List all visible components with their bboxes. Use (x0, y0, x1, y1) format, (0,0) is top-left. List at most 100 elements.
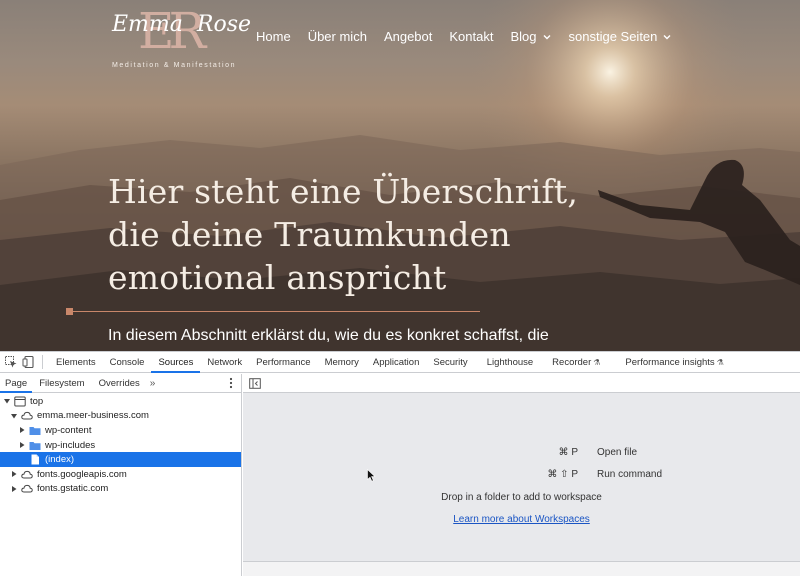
tree-item-wp-includes[interactable]: wp-includes (0, 438, 241, 453)
tab-performance-insights[interactable]: Performance insights ⚗ (607, 352, 730, 373)
collapsed-triangle-icon[interactable] (18, 426, 26, 434)
website-hero: ER Emma Rose Meditation & Manifestation H… (0, 0, 800, 351)
tab-label: Application (372, 356, 420, 368)
toggle-navigator-icon[interactable] (249, 377, 261, 389)
workspace-drop-hint: Drop in a folder to add to workspace (441, 492, 602, 503)
sources-editor-area[interactable]: ⌘ P Open file ⌘ ⇧ P Run command Drop in … (243, 374, 800, 576)
cloud-icon (21, 412, 33, 420)
tab-performance[interactable]: Performance (249, 352, 317, 373)
tree-item-label: emma.meer-business.com (37, 410, 149, 422)
tree-item-label: wp-content (45, 424, 92, 436)
nav-item-home[interactable]: Home (256, 29, 291, 44)
logo-tagline: Meditation & Manifestation (112, 62, 237, 69)
tab-security[interactable]: Security (426, 352, 474, 373)
tab-label: Elements (56, 356, 96, 368)
inspect-element-icon[interactable] (4, 355, 18, 369)
subtab-overrides[interactable]: Overrides (90, 374, 145, 393)
tab-label: Recorder (552, 356, 592, 368)
tree-item-index[interactable]: (index) (0, 452, 241, 467)
folder-icon (29, 441, 41, 450)
nav-item-angebot[interactable]: Angebot (384, 29, 432, 44)
tree-item-label: top (30, 395, 44, 407)
flask-icon: ⚗ (593, 357, 601, 367)
devtools-panel: Elements Console Sources Network Perform… (0, 351, 800, 576)
tab-label: Security (433, 356, 468, 368)
editor-toolbar (243, 374, 800, 393)
hero-subtext: In diesem Abschnitt erklärst du, wie du … (108, 327, 549, 344)
collapsed-triangle-icon[interactable] (10, 485, 18, 493)
subtab-filesystem[interactable]: Filesystem (32, 374, 89, 393)
tab-label: Memory (324, 356, 359, 368)
headline-line-2: die deine Traumkunden (108, 215, 511, 254)
cloud-icon (21, 470, 33, 479)
shortcut-keys-open-file: ⌘ P (558, 447, 578, 458)
learn-more-link-text[interactable]: Learn more about Workspaces (453, 514, 590, 525)
tab-label: Sources (158, 356, 194, 368)
subtab-page[interactable]: Page (0, 374, 33, 393)
flask-icon: ⚗ (716, 357, 724, 367)
tab-network[interactable]: Network (200, 352, 249, 373)
subtab-label: Page (5, 377, 28, 389)
nav-item-kontakt[interactable]: Kontakt (449, 29, 493, 44)
tab-elements[interactable]: Elements (49, 352, 103, 373)
logo-last-name: Rose (196, 12, 252, 37)
tab-console[interactable]: Console (103, 352, 152, 373)
frame-icon (14, 396, 26, 407)
chevron-down-icon (543, 34, 550, 39)
tab-label: Performance insights (625, 356, 715, 368)
tab-label: Lighthouse (486, 356, 534, 368)
tab-label: Console (109, 356, 145, 368)
nav-item-label: Angebot (383, 29, 433, 44)
shortcut-keys-run-command: ⌘ ⇧ P (547, 469, 578, 480)
headline-line-3: emotional anspricht (108, 258, 447, 297)
tree-item-fonts-gstatic[interactable]: fonts.gstatic.com (0, 482, 241, 497)
site-logo[interactable]: ER Emma Rose Meditation & Manifestation (108, 2, 251, 74)
nav-item-ueber-mich[interactable]: Über mich (308, 29, 367, 44)
nav-item-label: Über mich (307, 29, 367, 44)
nav-item-label: Kontakt (449, 29, 494, 44)
tree-item-label: fonts.gstatic.com (37, 483, 109, 495)
nav-item-label: Home (256, 29, 291, 44)
tab-label: Network (207, 356, 243, 368)
kebab-menu-icon[interactable] (229, 377, 233, 389)
tree-item-emma-meer-business[interactable]: emma.meer-business.com (0, 409, 241, 424)
cloud-icon (21, 485, 33, 493)
tab-label: Performance (256, 356, 311, 368)
nav-item-label: Blog (510, 29, 537, 44)
expanded-triangle-icon[interactable] (3, 397, 11, 405)
file-icon (31, 454, 39, 465)
learn-more-workspaces-link: Learn more about Workspaces (243, 514, 800, 525)
sources-navigator: Page Filesystem Overrides » top emma.mee… (0, 374, 242, 576)
tree-item-fonts-googleapis[interactable]: fonts.googleapis.com (0, 467, 241, 482)
devtools-tab-bar: Elements Console Sources Network Perform… (0, 352, 800, 373)
tab-lighthouse[interactable]: Lighthouse (475, 352, 540, 373)
nav-item-sonstige-seiten[interactable]: sonstige Seiten (569, 29, 673, 44)
tab-memory[interactable]: Memory (318, 352, 366, 373)
main-navigation: Home Über mich Angebot Kontakt Blog sons… (256, 29, 689, 44)
device-toolbar-icon[interactable] (22, 355, 36, 369)
nav-item-blog[interactable]: Blog (510, 29, 551, 44)
tab-sources[interactable]: Sources (151, 352, 201, 373)
logo-script-name: Emma Rose (112, 12, 251, 37)
navigator-tab-bar: Page Filesystem Overrides » (0, 374, 241, 393)
headline-line-1: Hier steht eine Überschrift, (108, 172, 579, 211)
tree-item-label: fonts.googleapis.com (37, 468, 127, 480)
divider-square-icon (66, 308, 73, 315)
expanded-triangle-icon[interactable] (10, 412, 18, 420)
tree-item-label: (index) (45, 454, 75, 466)
tree-item-wp-content[interactable]: wp-content (0, 423, 241, 438)
nav-item-label: sonstige Seiten (568, 29, 658, 44)
collapsed-triangle-icon[interactable] (18, 441, 26, 449)
editor-status-bar (243, 561, 800, 576)
tree-item-top[interactable]: top (0, 394, 241, 409)
tree-item-label: wp-includes (45, 439, 96, 451)
logo-first-name: Emma (112, 12, 183, 37)
shortcut-label-run-command: Run command (597, 469, 663, 480)
chevron-down-icon (663, 34, 671, 39)
tab-application[interactable]: Application (366, 352, 426, 373)
hero-headline: Hier steht eine Überschrift, die deine T… (108, 170, 628, 299)
more-tabs-button[interactable]: » (145, 378, 161, 389)
collapsed-triangle-icon[interactable] (10, 470, 18, 478)
subtab-label: Overrides (98, 377, 140, 389)
tab-recorder[interactable]: Recorder ⚗ (540, 352, 607, 373)
